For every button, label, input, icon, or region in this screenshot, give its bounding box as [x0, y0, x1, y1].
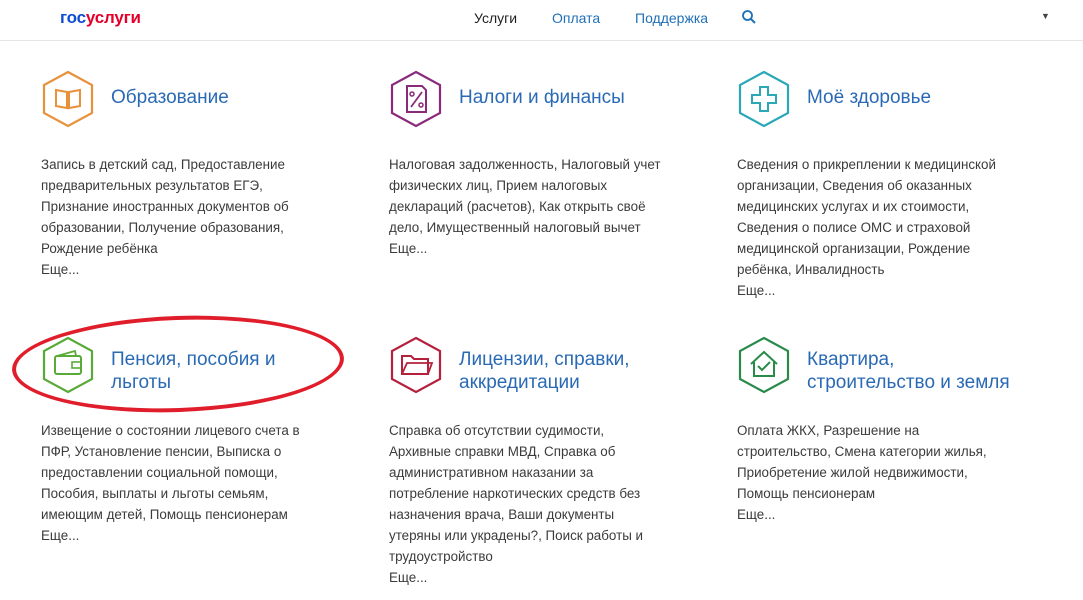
desc-line[interactable]: ПФР, Установление пенсии, Выписка о — [41, 441, 331, 462]
desc-line[interactable]: имеющим детей, Помощь пенсионерам — [41, 504, 331, 525]
category-desc-licenses: Справка об отсутствии судимости, Архивны… — [389, 420, 679, 588]
more-link[interactable]: Еще... — [389, 567, 679, 588]
nav-item-payment[interactable]: Оплата — [552, 10, 600, 26]
category-title-taxes[interactable]: Налоги и финансы — [459, 86, 719, 109]
category-title-housing[interactable]: Квартира, строительство и земля — [807, 348, 1067, 394]
desc-line[interactable]: Пособия, выплаты и льготы семьям, — [41, 483, 331, 504]
category-desc-pension: Извещение о состоянии лицевого счета в П… — [41, 420, 331, 546]
desc-line[interactable]: Оплата ЖКХ, Разрешение на — [737, 420, 1027, 441]
title-line: строительство и земля — [807, 372, 1010, 393]
desc-line[interactable]: предварительных результатов ЕГЭ, — [41, 175, 331, 196]
percent-document-icon[interactable] — [389, 70, 443, 128]
more-link[interactable]: Еще... — [41, 259, 331, 280]
desc-line[interactable]: Помощь пенсионерам — [737, 483, 1027, 504]
title-line: Лицензии, справки, — [459, 349, 630, 370]
desc-line[interactable]: Архивные справки МВД, Справка об — [389, 441, 679, 462]
desc-line[interactable]: назначения врача, Ваши документы — [389, 504, 679, 525]
book-icon[interactable] — [41, 70, 95, 128]
medical-cross-icon[interactable] — [737, 70, 791, 128]
desc-line[interactable]: Извещение о состоянии лицевого счета в — [41, 420, 331, 441]
category-title-licenses[interactable]: Лицензии, справки, аккредитации — [459, 348, 719, 394]
search-icon[interactable] — [741, 9, 757, 25]
desc-line[interactable]: организации, Сведения об оказанных — [737, 175, 1027, 196]
top-header: госуслуги Услуги Оплата Поддержка ▼ — [0, 0, 1083, 41]
more-link[interactable]: Еще... — [737, 280, 1027, 301]
category-desc-health: Сведения о прикреплении к медицинской ор… — [737, 154, 1027, 301]
desc-line[interactable]: трудоустройство — [389, 546, 679, 567]
nav-item-services[interactable]: Услуги — [474, 10, 517, 26]
title-line: льготы — [111, 372, 172, 393]
desc-line[interactable]: Запись в детский сад, Предоставление — [41, 154, 331, 175]
desc-line[interactable]: медицинских услугах и их стоимости, — [737, 196, 1027, 217]
house-icon[interactable] — [737, 336, 791, 394]
logo-part-gos: гос — [60, 8, 86, 27]
category-title-education[interactable]: Образование — [111, 86, 371, 109]
more-link[interactable]: Еще... — [737, 504, 1027, 525]
category-title-health[interactable]: Моё здоровье — [807, 86, 1067, 109]
folder-icon[interactable] — [389, 336, 443, 394]
chevron-down-icon[interactable]: ▼ — [1041, 11, 1050, 21]
category-desc-taxes: Налоговая задолженность, Налоговый учет … — [389, 154, 679, 259]
category-title-pension[interactable]: Пенсия, пособия и льготы — [111, 348, 371, 394]
more-link[interactable]: Еще... — [389, 238, 679, 259]
desc-line[interactable]: образовании, Получение образования, — [41, 217, 331, 238]
desc-line[interactable]: дело, Имущественный налоговый вычет — [389, 217, 679, 238]
desc-line[interactable]: Справка об отсутствии судимости, — [389, 420, 679, 441]
site-logo[interactable]: госуслуги — [60, 8, 141, 28]
category-desc-education: Запись в детский сад, Предоставление пре… — [41, 154, 331, 280]
desc-line[interactable]: потребление наркотических средств без — [389, 483, 679, 504]
title-line: аккредитации — [459, 372, 580, 393]
desc-line[interactable]: утеряны или украдены?, Поиск работы и — [389, 525, 679, 546]
desc-line[interactable]: Сведения о полисе ОМС и страховой — [737, 217, 1027, 238]
category-desc-housing: Оплата ЖКХ, Разрешение на строительство,… — [737, 420, 1027, 525]
desc-line[interactable]: физических лиц, Прием налоговых — [389, 175, 679, 196]
desc-line[interactable]: Сведения о прикреплении к медицинской — [737, 154, 1027, 175]
wallet-icon[interactable] — [41, 336, 95, 394]
nav-item-support[interactable]: Поддержка — [635, 10, 708, 26]
desc-line[interactable]: ребёнка, Инвалидность — [737, 259, 1027, 280]
desc-line[interactable]: Рождение ребёнка — [41, 238, 331, 259]
title-line: Пенсия, пособия и — [111, 349, 276, 370]
desc-line[interactable]: Приобретение жилой недвижимости, — [737, 462, 1027, 483]
more-link[interactable]: Еще... — [41, 525, 331, 546]
title-line: Квартира, — [807, 349, 895, 370]
desc-line[interactable]: Налоговая задолженность, Налоговый учет — [389, 154, 679, 175]
logo-part-uslugi: услуги — [85, 8, 141, 27]
desc-line[interactable]: строительство, Смена категории жилья, — [737, 441, 1027, 462]
desc-line[interactable]: Признание иностранных документов об — [41, 196, 331, 217]
desc-line[interactable]: административном наказании за — [389, 462, 679, 483]
desc-line[interactable]: медицинской организации, Рождение — [737, 238, 1027, 259]
desc-line[interactable]: предоставлении социальной помощи, — [41, 462, 331, 483]
desc-line[interactable]: деклараций (расчетов), Как открыть своё — [389, 196, 679, 217]
